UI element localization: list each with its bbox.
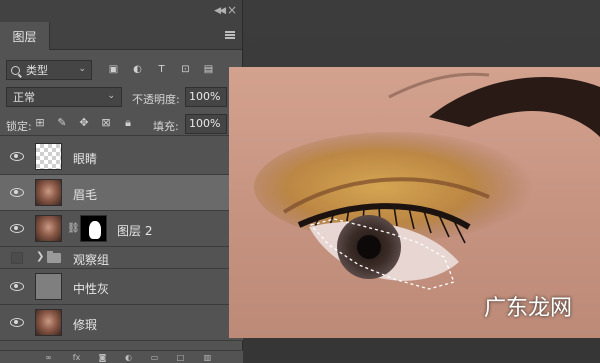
eye-icon[interactable] [10,318,24,327]
lock-artboard-icon[interactable]: ⊠ [100,117,112,129]
add-mask-icon[interactable]: ◙ [98,353,107,362]
filter-type-label: 类型 [26,64,48,77]
search-icon [11,65,20,75]
filter-row: 类型 ⌄ ▣ ◐ T ⊡ ▤ [0,58,243,82]
close-panel-icon[interactable]: × [227,3,237,17]
eye-icon[interactable] [10,152,24,161]
layer-thumbnail [35,309,62,336]
layer-thumbnail [35,273,62,300]
layer-thumbnail [35,179,62,206]
adjustment-layer-icon[interactable]: ◐ [124,353,133,362]
lock-position-icon[interactable]: ✥ [78,117,90,129]
visibility-toggle[interactable] [11,252,23,264]
layer-row[interactable]: 中性灰 [0,269,243,305]
layers-bottom-toolbar: ∞ fx ◙ ◐ ▭ □ ▥ [0,350,243,363]
blend-mode-value: 正常 [13,91,35,104]
chevron-right-icon[interactable]: ❯ [36,251,44,262]
image-filter-icon[interactable]: ▣ [108,64,119,75]
type-filter-icon[interactable]: T [156,64,167,75]
opacity-input[interactable]: 100% [185,87,227,107]
layer-row[interactable]: 修瑕 [0,305,243,341]
collapse-panel-icon[interactable]: ◀◀ [214,6,226,16]
fill-input[interactable]: 100% [185,114,227,134]
layer-name: 中性灰 [73,282,110,296]
layers-list: 眼睛 眉毛 ⛓ 图层 2 ❯ 观察组 中性灰 修瑕 [0,139,243,341]
trash-icon[interactable]: ▥ [203,353,212,362]
document-canvas[interactable]: 广东龙网 [229,67,600,338]
blend-row: 正常 ⌄ 不透明度: 100% [0,85,243,109]
fill-label: 填充: [153,120,179,133]
layer-mask-thumbnail[interactable] [80,215,107,242]
eye-icon[interactable] [10,188,24,197]
lock-transparent-pixels-icon[interactable]: ⊞ [34,117,46,129]
layer-thumbnail [35,143,62,170]
layer-name: 修瑕 [73,318,98,332]
adjustment-filter-icon[interactable]: ◐ [132,64,143,75]
panel-title-bar: ◀◀ × [0,0,242,22]
chain-link-icon[interactable]: ⛓ [67,223,80,234]
folder-icon [47,251,61,263]
lock-all-icon[interactable]: 🔒︎ [122,117,134,129]
layer-name: 观察组 [73,253,110,267]
layer-style-icon[interactable]: fx [72,353,81,362]
layers-panel: ◀◀ × 图层 类型 ⌄ ▣ ◐ T ⊡ ▤ 正常 ⌄ 不透明度: 100% 锁… [0,0,243,363]
layer-name: 眉毛 [73,188,98,202]
layer-row[interactable]: ⛓ 图层 2 [0,211,243,247]
blend-mode-select[interactable]: 正常 ⌄ [6,87,122,107]
layer-row[interactable]: 眼睛 [0,139,243,175]
link-layers-icon[interactable]: ∞ [44,353,53,362]
layer-group-row[interactable]: ❯ 观察组 [0,247,243,269]
panel-menu-icon[interactable] [225,31,235,39]
chevron-down-icon: ⌄ [78,64,86,74]
eye-icon[interactable] [10,282,24,291]
eye-icon[interactable] [10,224,24,233]
chevron-down-icon: ⌄ [107,91,115,101]
layer-name: 眼睛 [73,152,98,166]
lock-row: 锁定: ⊞ ✎ ✥ ⊠ 🔒︎ 填充: 100% [0,112,243,136]
lock-image-pixels-icon[interactable]: ✎ [56,117,68,129]
panel-tab-bar: 图层 [0,22,242,50]
layer-row[interactable]: 眉毛 [0,175,243,211]
opacity-label: 不透明度: [132,93,180,106]
shape-filter-icon[interactable]: ⊡ [180,64,191,75]
layer-name: 图层 2 [117,224,153,238]
filter-type-select[interactable]: 类型 ⌄ [6,60,92,80]
tab-layers[interactable]: 图层 [0,22,50,50]
watermark-text: 广东龙网 [483,296,572,321]
lock-label: 锁定: [6,120,32,133]
smart-object-filter-icon[interactable]: ▤ [203,64,214,75]
new-group-icon[interactable]: ▭ [150,353,159,362]
new-layer-icon[interactable]: □ [176,353,185,362]
layer-thumbnail [35,215,62,242]
